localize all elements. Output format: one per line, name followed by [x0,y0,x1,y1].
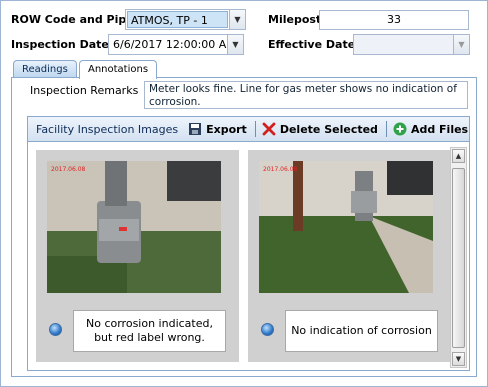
effective-date-combo[interactable]: ▼ [353,34,470,55]
add-files-button[interactable]: Add Files [393,122,468,136]
scroll-thumb[interactable] [452,168,465,348]
tab-readings[interactable]: Readings [13,60,77,78]
toolbar-separator [254,121,256,137]
export-label: Export [206,122,247,136]
effective-date-label: Effective Date [268,38,356,51]
row-code-label: ROW Code and Pipe [11,13,134,26]
image-card[interactable]: 2017.06.08 No indication of corrosion [248,150,451,362]
chevron-down-icon[interactable]: ▼ [229,10,245,29]
gas-meter-photo[interactable]: 2017.06.08 [259,161,433,293]
inspection-date-value[interactable]: 6/6/2017 12:00:00 A [109,35,227,54]
add-plus-icon [393,122,407,136]
floppy-icon [189,123,202,135]
scroll-up-icon[interactable]: ▲ [452,149,465,163]
image-caption[interactable]: No corrosion indicated, but red label wr… [73,310,226,352]
effective-date-value [354,35,453,54]
export-button[interactable]: Export [188,122,247,136]
svg-text:2017.06.08: 2017.06.08 [51,166,86,173]
red-x-icon [262,122,276,136]
images-toolbar: Facility Inspection Images Export Delete… [27,116,470,142]
milepost-field[interactable]: 33 [319,10,469,30]
image-card[interactable]: 2017.06.08 No corrosion indicated, but r… [36,150,239,362]
inspection-date-combo[interactable]: 6/6/2017 12:00:00 A ▼ [108,34,244,55]
select-radio[interactable] [49,323,62,336]
inspection-date-label: Inspection Date [11,38,109,51]
images-title: Facility Inspection Images [36,122,179,136]
delete-selected-label: Delete Selected [279,122,378,136]
scroll-down-icon[interactable]: ▼ [452,352,465,366]
remarks-label: Inspection Remarks [30,84,139,97]
svg-text:2017.06.08: 2017.06.08 [263,166,298,173]
select-radio[interactable] [261,323,274,336]
delete-selected-button[interactable]: Delete Selected [262,122,378,136]
row-code-value[interactable]: ATMOS, TP - 1 [127,11,228,28]
chevron-down-icon[interactable]: ▼ [453,35,469,54]
image-caption[interactable]: No indication of corrosion [285,310,438,352]
row-code-combo[interactable]: ATMOS, TP - 1 ▼ [125,9,246,30]
remarks-field[interactable]: Meter looks fine. Line for gas meter sho… [144,81,468,109]
milepost-label: Milepost [268,13,322,26]
inspection-window: ROW Code and Pipe ATMOS, TP - 1 ▼ Milepo… [0,0,488,387]
gas-meter-photo[interactable]: 2017.06.08 [47,161,221,293]
toolbar-separator [385,121,387,137]
gallery-scrollbar[interactable]: ▲ ▼ [450,147,467,368]
add-files-label: Add Files [410,122,469,136]
images-gallery: 2017.06.08 No corrosion indicated, but r… [27,142,470,371]
chevron-down-icon[interactable]: ▼ [227,35,243,54]
tab-annotations[interactable]: Annotations [79,60,158,79]
